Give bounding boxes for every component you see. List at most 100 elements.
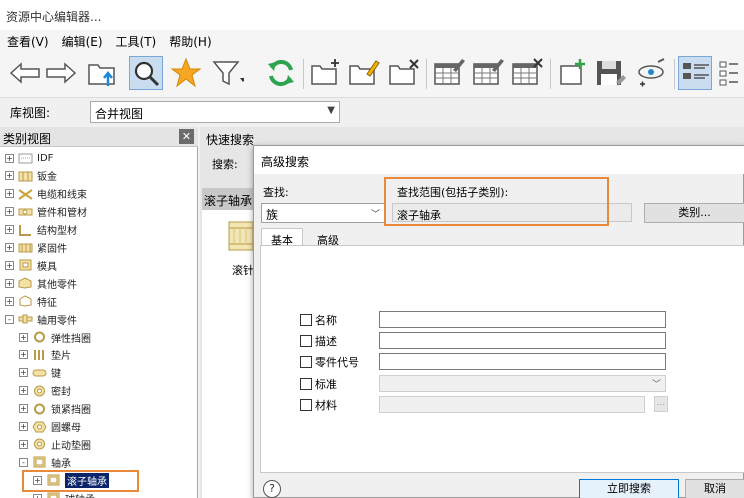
delete-folder-icon[interactable]	[387, 56, 421, 90]
part-number-checkbox[interactable]	[300, 356, 312, 368]
description-checkbox[interactable]	[300, 335, 312, 347]
collapse-icon[interactable]: -	[19, 457, 28, 467]
tree-item[interactable]: + 其他零件	[5, 274, 77, 292]
tree-item[interactable]: + IDF	[5, 149, 53, 167]
category-panel: 类别视图 ✕ + IDF + 钣金 + 电缆和线束 + 管件和管材 + 结构型材 + 紧固件 + 模具 + 其…	[0, 127, 198, 498]
tree-item[interactable]: + 圆螺母	[19, 418, 81, 436]
category-button[interactable]: 类别...	[644, 203, 744, 223]
expand-icon[interactable]: +	[5, 260, 14, 270]
tree-item-label: IDF	[37, 152, 54, 164]
expand-icon[interactable]: +	[19, 404, 28, 414]
tree-item-label: 止动垫圈	[51, 440, 91, 452]
expand-icon[interactable]: +	[19, 350, 28, 360]
expand-icon[interactable]: +	[19, 439, 28, 449]
tree-item-label: 其他零件	[37, 279, 77, 291]
tree-item[interactable]: + 电缆和线束	[5, 185, 87, 203]
tree-item[interactable]: - 轴用零件	[5, 310, 77, 328]
search-icon[interactable]	[129, 56, 163, 90]
tree-item[interactable]: + 垫片	[19, 346, 71, 364]
new-folder-icon[interactable]	[309, 56, 343, 90]
folder-up-icon[interactable]	[86, 56, 120, 90]
standard-field-row: 标准	[300, 375, 337, 393]
delete-table-icon[interactable]	[510, 56, 544, 90]
filter-icon[interactable]	[210, 56, 246, 90]
refresh-icon[interactable]	[264, 56, 298, 90]
menu-tools[interactable]: 工具(T)	[109, 30, 163, 50]
edit-table-icon[interactable]	[432, 56, 466, 90]
expand-icon[interactable]: +	[19, 422, 28, 431]
tree-item[interactable]: + 锁紧挡圈	[19, 400, 91, 418]
menu-view[interactable]: 查看(V)	[0, 30, 55, 50]
edit-table-2-icon[interactable]	[471, 56, 505, 90]
description-field-row: 描述	[300, 332, 337, 350]
expand-icon[interactable]: +	[5, 243, 14, 252]
search-now-button[interactable]: 立即搜索	[579, 479, 679, 498]
expand-icon[interactable]: +	[19, 332, 28, 342]
detail-view-icon[interactable]	[716, 56, 744, 90]
expand-icon[interactable]: +	[5, 296, 14, 306]
cancel-button[interactable]: 取消	[685, 479, 744, 498]
tree-item[interactable]: + 止动垫圈	[19, 435, 91, 453]
material-checkbox[interactable]	[300, 399, 312, 411]
back-arrow-icon[interactable]	[8, 56, 42, 90]
standard-select[interactable]: ﹀	[379, 375, 666, 392]
help-icon[interactable]: ?	[263, 480, 281, 498]
expand-icon[interactable]: +	[5, 278, 14, 288]
shim-icon	[32, 349, 47, 361]
expand-icon[interactable]: +	[5, 207, 14, 217]
part-number-input[interactable]	[379, 353, 666, 370]
description-label: 描述	[315, 335, 337, 348]
tree-item[interactable]: + 钣金	[5, 167, 57, 185]
find-select[interactable]: 族 ﹀	[261, 203, 385, 223]
bearing-icon	[32, 456, 47, 468]
name-input[interactable]	[379, 311, 666, 328]
favorite-star-icon[interactable]	[169, 56, 203, 90]
cable-icon	[18, 188, 33, 200]
tree-item-label: 锁紧挡圈	[51, 405, 91, 417]
tree-item[interactable]: + 管件和管材	[5, 203, 87, 221]
toolbar-separator	[550, 59, 551, 89]
expand-icon[interactable]: +	[19, 386, 28, 396]
expand-icon[interactable]: +	[33, 493, 42, 498]
menu-help[interactable]: 帮助(H)	[162, 30, 217, 50]
expand-icon[interactable]: +	[19, 368, 28, 378]
round-nut-icon	[32, 421, 47, 433]
tree-item[interactable]: + 弹性挡圈	[19, 328, 91, 346]
bearing-thumbnail-icon[interactable]	[226, 218, 256, 254]
result-item-label[interactable]: 滚针	[232, 262, 254, 278]
tree-item[interactable]: + 结构型材	[5, 221, 77, 239]
library-view-select[interactable]: 合并视图 ▼	[90, 101, 340, 123]
expand-icon[interactable]: +	[5, 189, 14, 199]
tree-item-label: 弹性挡圈	[51, 333, 91, 345]
tab-basic[interactable]: 基本	[261, 228, 303, 247]
tree-item[interactable]: + 键	[19, 364, 61, 382]
category-panel-title: 类别视图	[3, 132, 52, 146]
forward-arrow-icon[interactable]	[44, 56, 78, 90]
tree-item-label: 垫片	[51, 351, 71, 363]
description-input[interactable]	[379, 332, 666, 349]
tools-icon[interactable]	[634, 56, 668, 90]
standard-checkbox[interactable]	[300, 378, 312, 390]
tree-item-label: 结构型材	[37, 226, 77, 238]
fastener-icon	[18, 242, 33, 254]
tree-item-label: 模具	[37, 261, 57, 273]
tree-item[interactable]: + 特征	[5, 292, 57, 310]
add-item-icon[interactable]	[556, 56, 590, 90]
edit-folder-icon[interactable]	[347, 56, 381, 90]
save-icon[interactable]	[594, 56, 628, 90]
material-input[interactable]	[379, 396, 645, 413]
tree-item[interactable]: - 轴承	[19, 453, 71, 471]
expand-icon[interactable]: +	[5, 225, 14, 235]
expand-icon[interactable]: +	[5, 153, 14, 163]
list-view-icon[interactable]	[678, 56, 712, 90]
menu-edit[interactable]: 编辑(E)	[55, 30, 109, 50]
collapse-icon[interactable]: -	[5, 314, 14, 324]
tree-item[interactable]: + 紧固件	[5, 239, 67, 257]
material-browse-button[interactable]: ...	[654, 396, 668, 412]
close-icon[interactable]: ✕	[179, 129, 194, 144]
tree-item[interactable]: + 模具	[5, 256, 57, 274]
tree-item[interactable]: + 密封	[19, 382, 71, 400]
key-icon	[32, 367, 47, 379]
name-checkbox[interactable]	[300, 314, 312, 326]
expand-icon[interactable]: +	[5, 171, 14, 181]
